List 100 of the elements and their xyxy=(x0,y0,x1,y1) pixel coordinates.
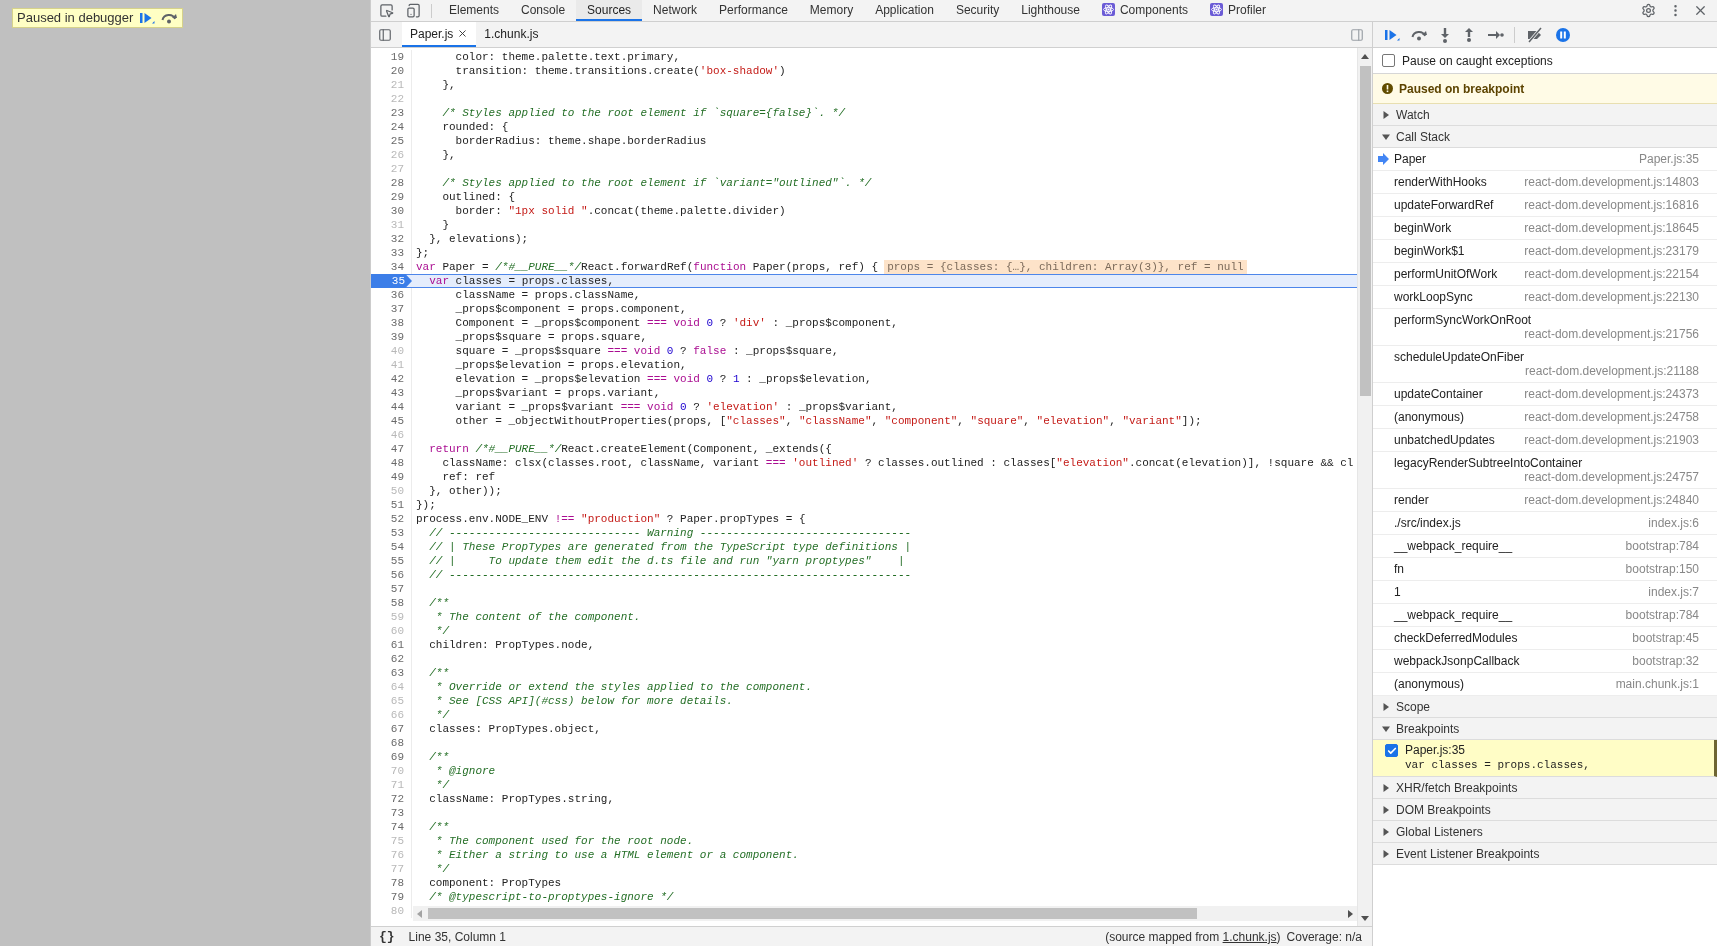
scroll-up-icon[interactable] xyxy=(1361,53,1369,59)
file-tab[interactable]: 1.chunk.js xyxy=(476,22,547,47)
panel-tab[interactable]: Application xyxy=(864,0,945,21)
code-line: classes: PropTypes.object, xyxy=(428,722,601,736)
breakpoint-item[interactable]: Paper.js:35 var classes = props.classes, xyxy=(1373,740,1717,777)
frame-location: react-dom.development.js:24840 xyxy=(1524,493,1699,507)
code-line: _props$elevation = props.elevation, xyxy=(454,358,687,372)
panel-tab[interactable]: Network xyxy=(642,0,709,21)
frame-location: react-dom.development.js:22154 xyxy=(1524,267,1699,281)
pretty-print-button[interactable]: {} xyxy=(379,926,395,946)
panel-tab[interactable]: Components xyxy=(1090,0,1199,21)
section-header[interactable]: XHR/fetch Breakpoints xyxy=(1373,777,1717,799)
line-number[interactable]: 56 xyxy=(371,568,412,582)
line-number[interactable]: 52 xyxy=(371,512,412,526)
scrollbar-thumb[interactable] xyxy=(1359,66,1371,396)
section-header[interactable]: Event Listener Breakpoints xyxy=(1373,843,1717,865)
pause-icon[interactable] xyxy=(1555,26,1571,43)
line-number[interactable]: 24 xyxy=(371,120,412,134)
file-tab[interactable]: Paper.js xyxy=(402,22,477,47)
code-line: }); xyxy=(415,498,436,512)
panel-tab[interactable]: Memory xyxy=(798,0,865,21)
section-header[interactable]: DOM Breakpoints xyxy=(1373,799,1717,821)
close-icon[interactable] xyxy=(1693,3,1708,18)
panel-tab[interactable]: Console xyxy=(510,0,577,21)
line-number[interactable]: 43 xyxy=(371,386,412,400)
navigator-toggle-icon[interactable] xyxy=(378,27,392,42)
scrollbar-thumb[interactable] xyxy=(428,908,1198,919)
line-number[interactable]: 42 xyxy=(371,372,412,386)
line-number[interactable]: 51 xyxy=(371,498,412,512)
line-number[interactable]: 62 xyxy=(371,652,412,666)
line-number[interactable]: 54 xyxy=(371,540,412,554)
scroll-down-icon[interactable] xyxy=(1361,916,1369,922)
frame-name: render xyxy=(1394,493,1429,507)
line-number[interactable]: 32 xyxy=(371,232,412,246)
line-number[interactable]: 29 xyxy=(371,190,412,204)
panel-tab[interactable]: Elements xyxy=(438,0,511,21)
line-number[interactable]: 72 xyxy=(371,792,412,806)
line-number[interactable]: 57 xyxy=(371,582,412,596)
section-header[interactable]: Breakpoints xyxy=(1373,718,1717,740)
resume-icon[interactable] xyxy=(138,10,156,26)
panel-tab[interactable]: Performance xyxy=(708,0,799,21)
deactivate-breakpoints-icon[interactable] xyxy=(1525,26,1545,43)
line-number[interactable]: 67 xyxy=(371,722,412,736)
code-line: }, elevations); xyxy=(428,232,529,246)
panel-tab[interactable]: Profiler xyxy=(1199,0,1277,21)
line-number[interactable]: 44 xyxy=(371,400,412,414)
panel-tab[interactable]: Lighthouse xyxy=(1010,0,1091,21)
code-line: }; xyxy=(415,246,430,260)
panel-tab[interactable]: Security xyxy=(944,0,1011,21)
line-number[interactable]: 53 xyxy=(371,526,412,540)
line-number[interactable]: 20 xyxy=(371,64,412,78)
line-number[interactable]: 47 xyxy=(371,442,412,456)
line-number[interactable]: 61 xyxy=(371,638,412,652)
horizontal-scrollbar[interactable] xyxy=(413,906,1357,921)
line-number[interactable]: 49 xyxy=(371,470,412,484)
line-number[interactable]: 37 xyxy=(371,302,412,316)
device-icon[interactable] xyxy=(406,3,421,18)
panel-tab[interactable]: Sources xyxy=(576,0,643,21)
line-number[interactable]: 73 xyxy=(371,806,412,820)
line-number[interactable]: 36 xyxy=(371,288,412,302)
checkbox[interactable] xyxy=(1382,54,1395,67)
line-number[interactable]: 25 xyxy=(371,134,412,148)
line-number[interactable]: 33 xyxy=(371,246,412,260)
code-line: var Paper = /*#__PURE__*/React.forwardRef(function Paper(props, ref) { xyxy=(415,260,879,274)
section-header[interactable]: Global Listeners xyxy=(1373,821,1717,843)
checkbox[interactable] xyxy=(1385,744,1398,757)
close-icon[interactable] xyxy=(457,28,469,39)
inspect-icon[interactable] xyxy=(379,3,394,18)
sidebar-toggle-icon[interactable] xyxy=(1350,27,1364,42)
line-number[interactable]: 48 xyxy=(371,456,412,470)
line-number[interactable]: 28 xyxy=(371,176,412,190)
line-number[interactable]: 69 xyxy=(371,750,412,764)
line-number[interactable]: 68 xyxy=(371,736,412,750)
frame-name: checkDeferredModules xyxy=(1394,631,1518,645)
code-line: }, xyxy=(441,148,456,162)
frame-location: bootstrap:784 xyxy=(1625,539,1699,553)
line-number[interactable]: 79 xyxy=(371,890,412,904)
frame-location: react-dom.development.js:18645 xyxy=(1524,221,1699,235)
line-number[interactable]: 74 xyxy=(371,820,412,834)
settings-icon[interactable] xyxy=(1641,3,1656,18)
line-number[interactable]: 38 xyxy=(371,316,412,330)
section-header[interactable]: Call Stack xyxy=(1373,126,1717,148)
vertical-scrollbar[interactable] xyxy=(1357,48,1372,926)
section-header[interactable]: Scope xyxy=(1373,696,1717,718)
line-number[interactable]: 58 xyxy=(371,596,412,610)
scroll-right-icon[interactable] xyxy=(1348,909,1354,918)
code-line: transition: theme.transitions.create('box-shadow') xyxy=(454,64,786,78)
line-number[interactable]: 63 xyxy=(371,666,412,680)
line-number[interactable]: 39 xyxy=(371,330,412,344)
line-number[interactable]: 45 xyxy=(371,414,412,428)
frame-location: bootstrap:45 xyxy=(1632,631,1699,645)
line-number[interactable]: 55 xyxy=(371,554,412,568)
section-header[interactable]: Watch xyxy=(1373,104,1717,126)
line-number[interactable]: 30 xyxy=(371,204,412,218)
line-number[interactable]: 78 xyxy=(371,876,412,890)
source-link[interactable]: 1.chunk.js xyxy=(1222,929,1277,944)
line-number[interactable]: 19 xyxy=(371,50,412,64)
frame-name: fn xyxy=(1394,562,1404,576)
line-number[interactable]: 23 xyxy=(371,106,412,120)
line-number[interactable]: 35 xyxy=(371,274,412,288)
